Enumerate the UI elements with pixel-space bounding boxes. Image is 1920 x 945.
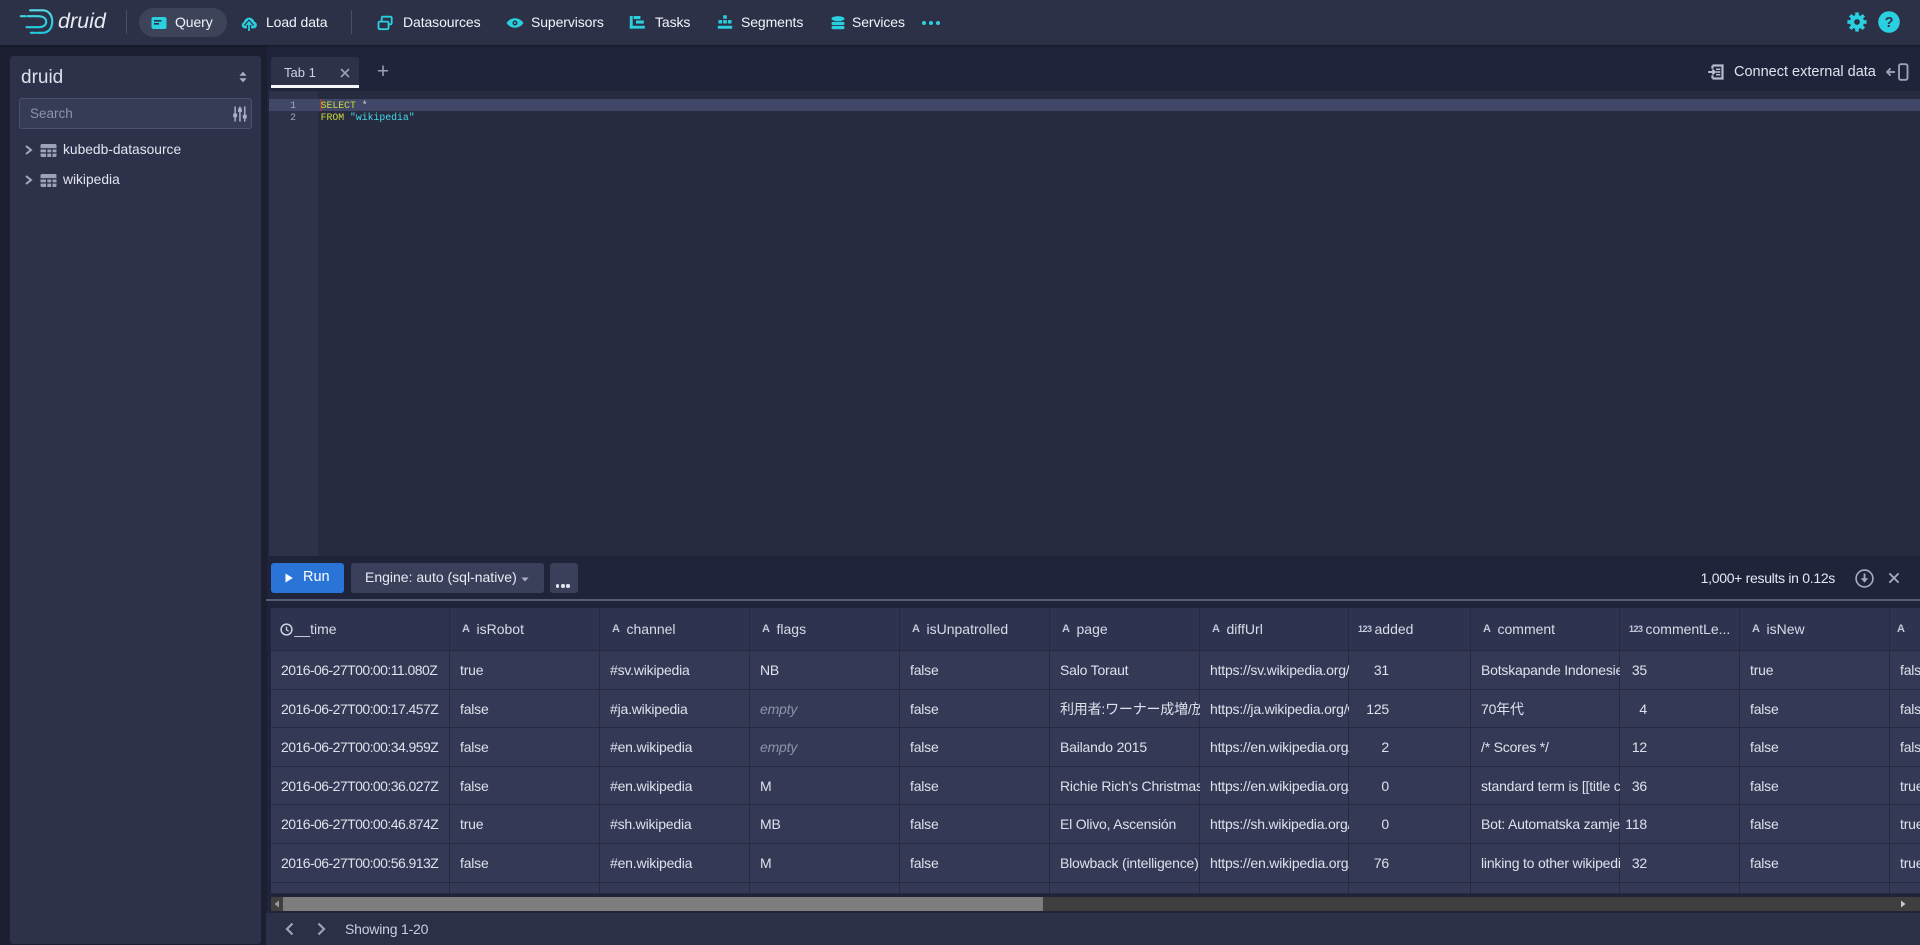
svg-text:?: ? [1885,15,1894,31]
